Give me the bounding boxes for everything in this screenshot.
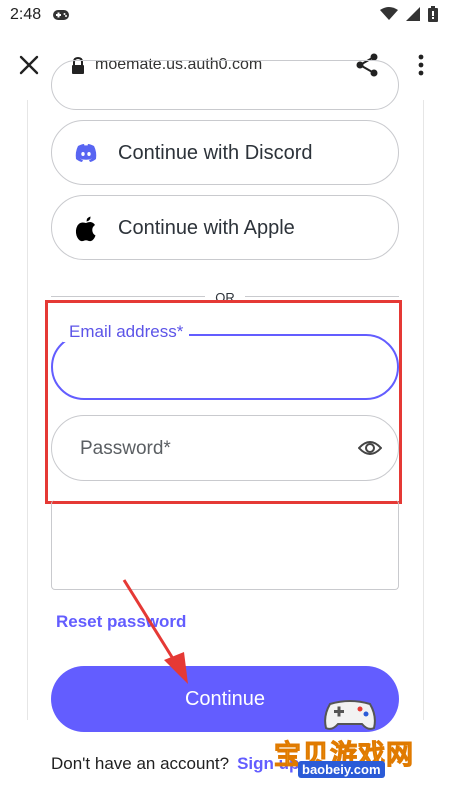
status-bar: 2:48 — [0, 0, 450, 32]
watermark-url: baobeiy.com — [298, 761, 385, 778]
watermark-gamepad-icon — [322, 698, 378, 737]
apple-login-button[interactable]: Continue with Apple — [51, 195, 399, 260]
annotation-arrow-icon — [118, 578, 198, 693]
discord-login-button[interactable]: Continue with Discord — [51, 120, 399, 185]
apple-icon — [74, 216, 98, 247]
captcha-box[interactable] — [51, 500, 399, 590]
card-left-edge — [27, 100, 28, 720]
battery-icon — [428, 6, 438, 27]
login-content: Continue with Discord Continue with Appl… — [0, 60, 450, 800]
signal-icon — [406, 7, 420, 26]
discord-login-label: Continue with Discord — [118, 142, 313, 164]
social-button-partial[interactable] — [51, 60, 399, 110]
more-vert-icon[interactable] — [418, 54, 424, 81]
discord-icon — [74, 141, 98, 170]
wifi-icon — [380, 7, 398, 26]
signup-prompt: Don't have an account? — [51, 754, 230, 773]
apple-login-label: Continue with Apple — [118, 217, 295, 239]
highlight-box — [45, 300, 402, 504]
close-icon[interactable] — [18, 54, 40, 81]
card-right-edge — [423, 100, 424, 720]
signup-row: Don't have an account? Sign up — [51, 754, 299, 774]
gamepad-icon — [52, 8, 70, 27]
status-time: 2:48 — [10, 6, 42, 23]
